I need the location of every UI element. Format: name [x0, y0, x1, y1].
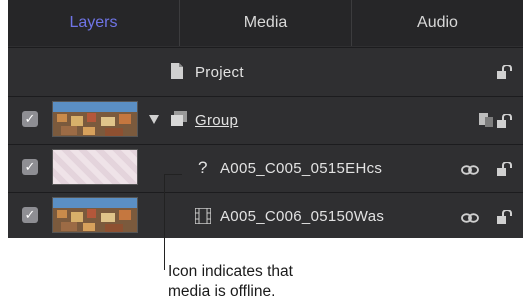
- document-icon: [171, 63, 183, 79]
- tab-bar: Layers Media Audio: [8, 0, 523, 46]
- layer-thumbnail: [52, 197, 138, 233]
- offline-thumbnail: [52, 149, 138, 185]
- group-icon: [171, 111, 187, 126]
- unlock-icon[interactable]: [497, 114, 513, 128]
- layer-row-offline-clip[interactable]: ✓ ? A005_C005_0515EHcs: [8, 144, 523, 190]
- village-thumbnail-image: [53, 102, 137, 136]
- unlock-icon[interactable]: [497, 65, 513, 79]
- layers-panel: Layers Media Audio Project ✓ Group ✓ ? A…: [8, 0, 523, 238]
- visibility-checkbox[interactable]: ✓: [22, 159, 38, 175]
- visibility-checkbox[interactable]: ✓: [22, 207, 38, 223]
- unlock-icon[interactable]: [497, 162, 513, 176]
- project-label: Project: [195, 64, 244, 81]
- tab-media[interactable]: Media: [180, 0, 352, 46]
- link-icon[interactable]: [461, 213, 479, 223]
- callout-line-2: media is offline.: [168, 283, 276, 300]
- project-row[interactable]: Project: [8, 47, 523, 95]
- clip-label: A005_C005_0515EHcs: [220, 160, 383, 177]
- layer-row-group[interactable]: ✓ Group: [8, 96, 523, 142]
- layer-row-clip[interactable]: ✓ A005_C006_05150Was: [8, 192, 523, 238]
- village-thumbnail-image: [53, 198, 137, 232]
- layer-thumbnail: [52, 101, 138, 137]
- link-icon[interactable]: [461, 165, 479, 175]
- callout-line-1: Icon indicates that: [168, 263, 293, 280]
- tab-layers[interactable]: Layers: [8, 0, 180, 46]
- group-label: Group: [195, 112, 239, 129]
- callout-leader-tick: [164, 174, 182, 175]
- callout-caption: Icon indicates that media is offline.: [168, 262, 368, 302]
- tab-audio[interactable]: Audio: [352, 0, 523, 46]
- offline-media-icon: ?: [198, 158, 208, 177]
- unlock-icon[interactable]: [497, 210, 513, 224]
- clip-label: A005_C006_05150Was: [220, 208, 385, 225]
- callout-leader-line: [164, 174, 165, 270]
- group-stack-icon: [479, 113, 493, 127]
- disclosure-triangle-icon[interactable]: [149, 115, 159, 124]
- visibility-checkbox[interactable]: ✓: [22, 111, 38, 127]
- film-strip-icon: [195, 208, 211, 224]
